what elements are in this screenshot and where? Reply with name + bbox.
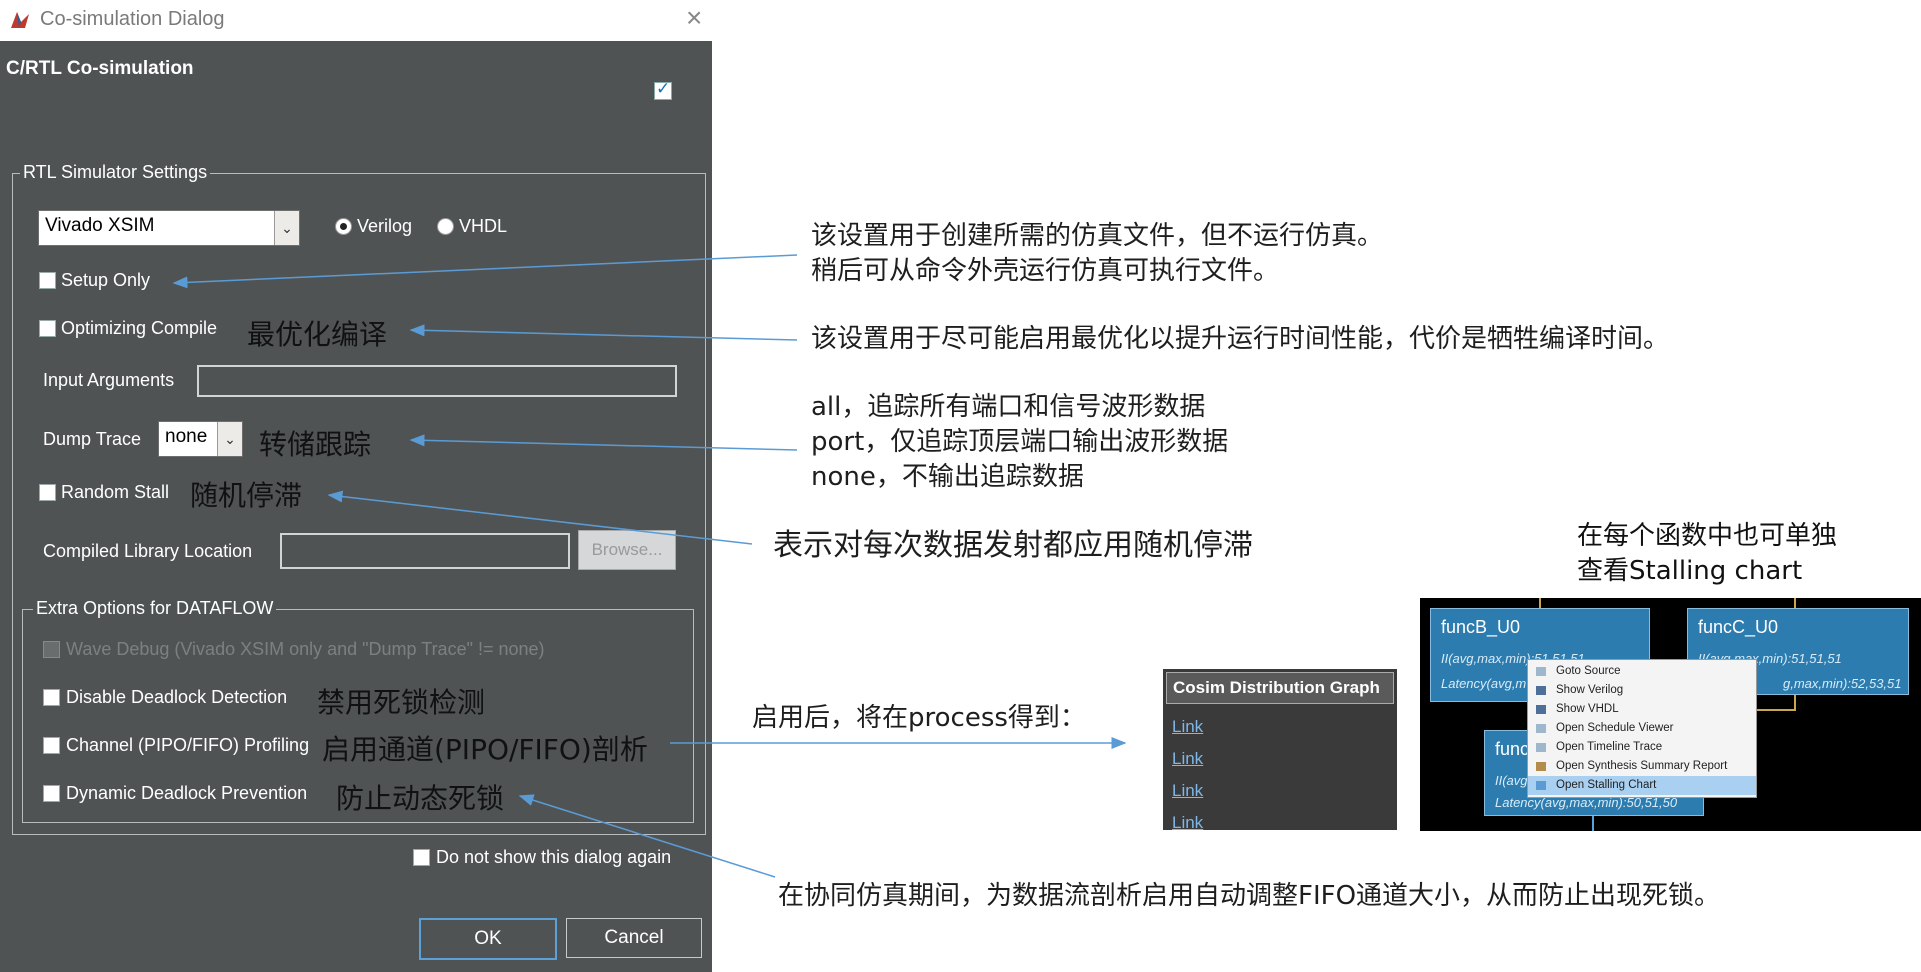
rtl-icon [1536,686,1546,695]
funcB-latency: Latency(avg,m [1441,676,1527,691]
menu-timeline-trace[interactable]: Open Timeline Trace [1528,738,1756,757]
cosim-link-2[interactable]: Link [1172,749,1203,769]
menu-schedule-viewer-label: Open Schedule Viewer [1556,722,1674,734]
node-context-menu: Goto Source Show Verilog Show VHDL Open … [1527,659,1757,798]
menu-goto-source-label: Goto Source [1556,665,1621,677]
timeline-icon [1536,743,1546,752]
funcC-name: funcC_U0 [1698,617,1779,637]
cosim-link-4[interactable]: Link [1172,813,1203,833]
menu-schedule-viewer[interactable]: Open Schedule Viewer [1528,719,1756,738]
chart-icon [1536,781,1546,790]
menu-synthesis-report-label: Open Synthesis Summary Report [1556,760,1728,772]
report-icon [1536,762,1546,771]
cosim-graph-title: Cosim Distribution Graph [1166,672,1394,704]
menu-goto-source[interactable]: Goto Source [1528,662,1756,681]
menu-stalling-chart-label: Open Stalling Chart [1556,779,1657,791]
rtl-icon [1536,705,1546,714]
func-ii: II(avg [1495,773,1528,788]
menu-show-verilog-label: Show Verilog [1556,684,1624,696]
func-name: func [1495,739,1530,759]
cosim-distribution-graph: Cosim Distribution Graph Link Link Link … [1163,669,1397,833]
menu-synthesis-report[interactable]: Open Synthesis Summary Report [1528,757,1756,776]
menu-show-vhdl-label: Show VHDL [1556,703,1619,715]
funcC-latency: g,max,min):52,53,51 [1783,676,1902,691]
funcB-name: funcB_U0 [1441,617,1521,637]
menu-timeline-trace-label: Open Timeline Trace [1556,741,1663,753]
source-icon [1536,667,1546,676]
menu-stalling-chart[interactable]: Open Stalling Chart [1528,776,1756,795]
schedule-icon [1536,724,1546,733]
cosim-link-1[interactable]: Link [1172,717,1203,737]
cosim-link-3[interactable]: Link [1172,781,1203,801]
menu-show-vhdl[interactable]: Show VHDL [1528,700,1756,719]
menu-show-verilog[interactable]: Show Verilog [1528,681,1756,700]
